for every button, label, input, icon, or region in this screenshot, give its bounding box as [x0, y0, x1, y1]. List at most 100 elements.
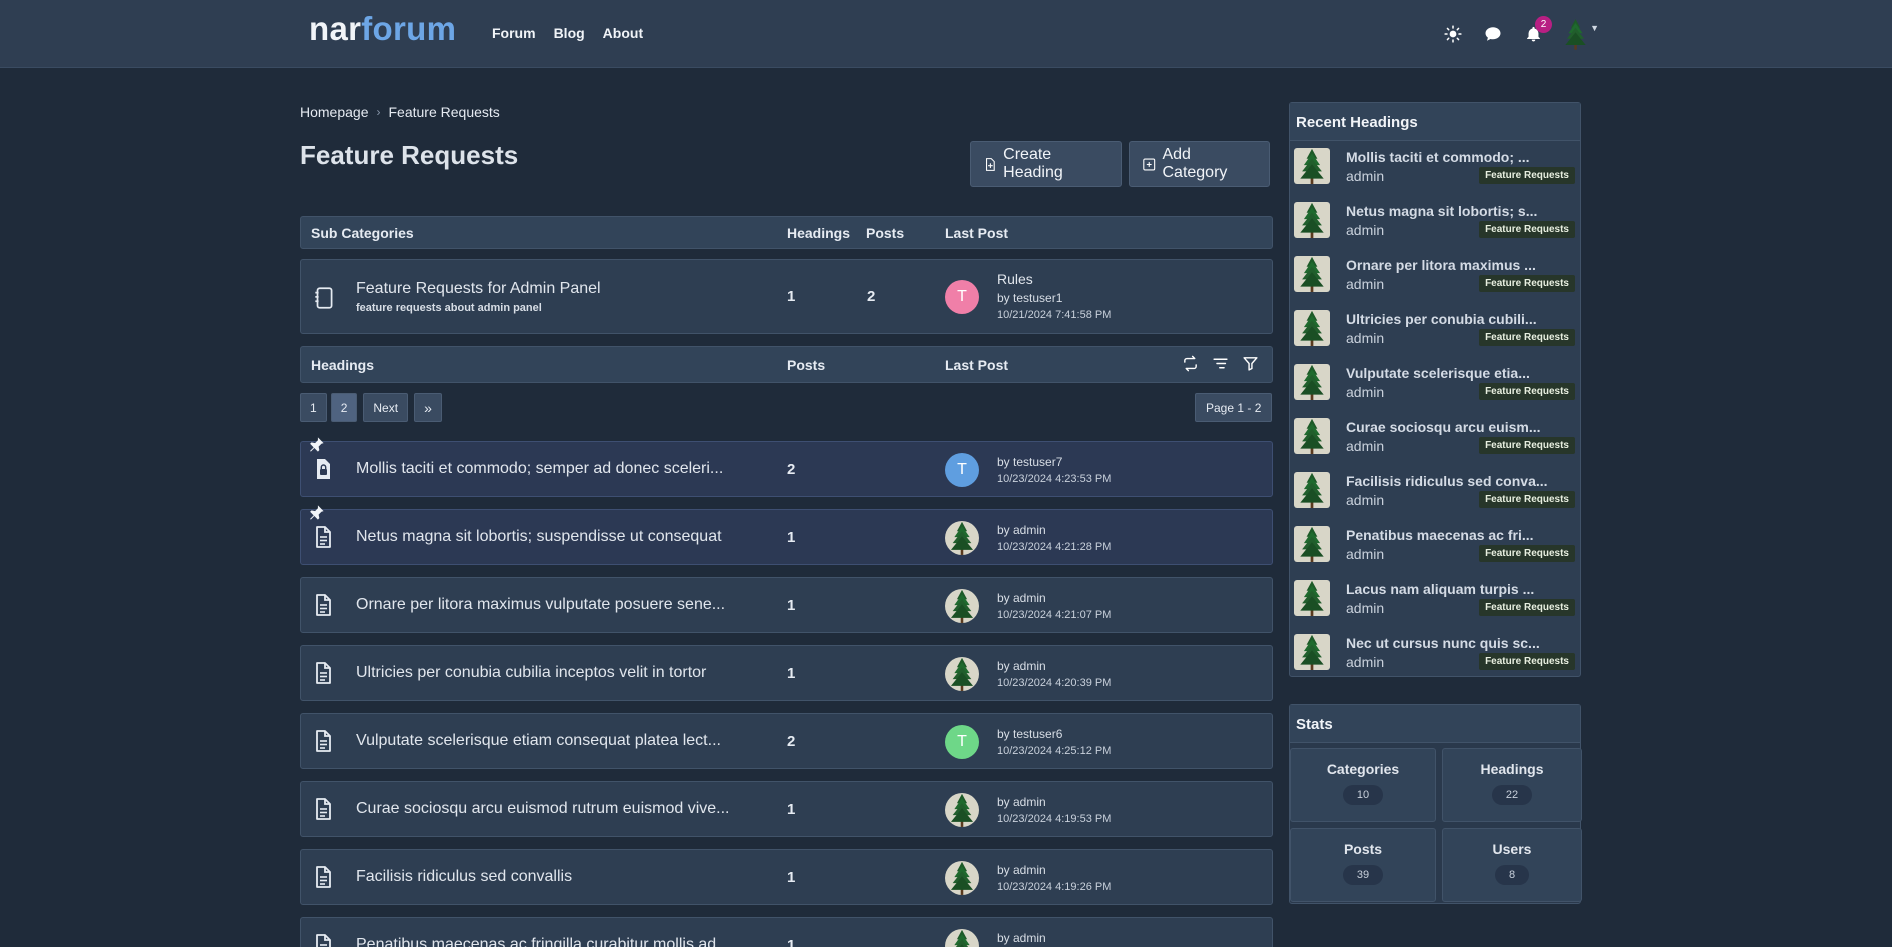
notebook-icon: [315, 287, 333, 309]
table-row[interactable]: Netus magna sit lobortis; suspendisse ut…: [300, 509, 1273, 565]
subcategory-row[interactable]: Feature Requests for Admin Panel feature…: [300, 259, 1273, 334]
sort-icon[interactable]: [1211, 355, 1230, 372]
category-tag[interactable]: Feature Requests: [1479, 383, 1575, 400]
heading-posts-count: 2: [787, 733, 796, 750]
avatar[interactable]: [945, 657, 979, 691]
stat-value: 39: [1342, 865, 1384, 885]
breadcrumb-current: Feature Requests: [388, 104, 500, 120]
recent-heading-item[interactable]: Netus magna sit lobortis; s... admin Fea…: [1290, 195, 1580, 249]
subcategory-title[interactable]: Feature Requests for Admin Panel: [356, 280, 601, 298]
tree-icon: [1297, 310, 1327, 346]
heading-title[interactable]: Mollis taciti et commodo; semper ad done…: [356, 460, 723, 478]
create-heading-button[interactable]: Create Heading: [970, 141, 1122, 187]
recent-heading-title[interactable]: Ornare per litora maximus ...: [1346, 257, 1536, 273]
stat-card: Headings 22: [1442, 748, 1582, 822]
subcategories-header: Sub Categories Headings Posts Last Post: [300, 216, 1273, 249]
col-last-post: Last Post: [945, 225, 1009, 241]
avatar[interactable]: T: [945, 725, 979, 759]
recent-heading-item[interactable]: Vulputate scelerisque etia... admin Feat…: [1290, 357, 1580, 411]
avatar[interactable]: T: [945, 280, 979, 314]
recent-heading-item[interactable]: Ultricies per conubia cubili... admin Fe…: [1290, 303, 1580, 357]
page-2-button[interactable]: 2: [330, 393, 358, 422]
table-row[interactable]: Penatibus maecenas ac fringilla curabitu…: [300, 917, 1273, 947]
heading-title[interactable]: Ornare per litora maximus vulputate posu…: [356, 596, 725, 614]
recent-heading-item[interactable]: Penatibus maecenas ac fri... admin Featu…: [1290, 519, 1580, 573]
subcategory-description: feature requests about admin panel: [356, 302, 542, 314]
recent-heading-title[interactable]: Facilisis ridiculus sed conva...: [1346, 473, 1548, 489]
recent-heading-title[interactable]: Vulputate scelerisque etia...: [1346, 365, 1530, 381]
next-page-button[interactable]: Next: [363, 393, 409, 422]
document-icon: [311, 797, 335, 821]
heading-title[interactable]: Facilisis ridiculus sed convallis: [356, 868, 572, 886]
user-menu[interactable]: ▼: [1563, 16, 1599, 52]
table-row[interactable]: Curae sociosqu arcu euismod rutrum euism…: [300, 781, 1273, 837]
heading-title[interactable]: Netus magna sit lobortis; suspendisse ut…: [356, 528, 722, 546]
tree-icon: [948, 657, 976, 691]
recent-heading-title[interactable]: Netus magna sit lobortis; s...: [1346, 203, 1537, 219]
heading-title[interactable]: Curae sociosqu arcu euismod rutrum euism…: [356, 800, 730, 818]
sun-icon[interactable]: [1443, 24, 1463, 44]
recent-heading-item[interactable]: Ornare per litora maximus ... admin Feat…: [1290, 249, 1580, 303]
recent-heading-title[interactable]: Mollis taciti et commodo; ...: [1346, 149, 1530, 165]
add-category-label: Add Category: [1162, 146, 1228, 181]
category-tag[interactable]: Feature Requests: [1479, 545, 1575, 562]
bell-icon[interactable]: 2: [1523, 16, 1552, 44]
add-category-button[interactable]: Add Category: [1129, 141, 1270, 187]
tree-icon: [1297, 580, 1327, 616]
page-1-button[interactable]: 1: [300, 393, 327, 422]
recent-heading-title[interactable]: Ultricies per conubia cubili...: [1346, 311, 1537, 327]
table-row[interactable]: Ultricies per conubia cubilia inceptos v…: [300, 645, 1273, 701]
avatar[interactable]: [945, 521, 979, 555]
site-logo[interactable]: narforum: [309, 10, 456, 48]
recent-heading-item[interactable]: Facilisis ridiculus sed conva... admin F…: [1290, 465, 1580, 519]
table-row[interactable]: Ornare per litora maximus vulputate posu…: [300, 577, 1273, 633]
last-page-button[interactable]: »: [414, 393, 442, 422]
last-post-author: by testuser7: [997, 455, 1063, 469]
recent-heading-title[interactable]: Curae sociosqu arcu euism...: [1346, 419, 1541, 435]
breadcrumb-home[interactable]: Homepage: [300, 104, 369, 120]
avatar[interactable]: [945, 589, 979, 623]
recent-heading-item[interactable]: Nec ut cursus nunc quis sc... admin Feat…: [1290, 627, 1580, 681]
category-tag[interactable]: Feature Requests: [1479, 167, 1575, 184]
avatar: [1294, 364, 1330, 400]
stat-value: 8: [1494, 865, 1530, 885]
category-tag[interactable]: Feature Requests: [1479, 329, 1575, 346]
recent-heading-title[interactable]: Lacus nam aliquam turpis ...: [1346, 581, 1534, 597]
category-tag[interactable]: Feature Requests: [1479, 275, 1575, 292]
avatar[interactable]: T: [945, 453, 979, 487]
filter-icon[interactable]: [1241, 355, 1260, 372]
recent-heading-item[interactable]: Lacus nam aliquam turpis ... admin Featu…: [1290, 573, 1580, 627]
avatar[interactable]: [945, 861, 979, 895]
last-post-title[interactable]: Rules: [997, 271, 1033, 287]
table-row[interactable]: Facilisis ridiculus sed convallis 1 by adm…: [300, 849, 1273, 905]
recent-heading-item[interactable]: Curae sociosqu arcu euism... admin Featu…: [1290, 411, 1580, 465]
stat-card: Categories 10: [1290, 748, 1436, 822]
recent-heading-title[interactable]: Penatibus maecenas ac fri...: [1346, 527, 1534, 543]
category-tag[interactable]: Feature Requests: [1479, 491, 1575, 508]
category-tag[interactable]: Feature Requests: [1479, 599, 1575, 616]
refresh-icon[interactable]: [1181, 355, 1200, 372]
category-tag[interactable]: Feature Requests: [1479, 653, 1575, 670]
avatar: [1294, 472, 1330, 508]
avatar[interactable]: [945, 793, 979, 827]
category-tag[interactable]: Feature Requests: [1479, 221, 1575, 238]
table-row[interactable]: Vulputate scelerisque etiam consequat pl…: [300, 713, 1273, 769]
heading-title[interactable]: Vulputate scelerisque etiam consequat pl…: [356, 732, 721, 750]
page-info: Page 1 - 2: [1195, 393, 1273, 422]
nav-about-link[interactable]: About: [603, 25, 643, 41]
chat-icon[interactable]: [1483, 24, 1503, 44]
nav-blog-link[interactable]: Blog: [554, 25, 585, 41]
table-row[interactable]: Mollis taciti et commodo; semper ad done…: [300, 441, 1273, 497]
avatar[interactable]: [945, 929, 979, 947]
recent-headings-panel: Recent Headings Mollis taciti et commodo…: [1289, 102, 1581, 677]
nav-forum-link[interactable]: Forum: [492, 25, 536, 41]
document-icon: [311, 865, 335, 889]
recent-heading-title[interactable]: Nec ut cursus nunc quis sc...: [1346, 635, 1540, 651]
heading-title[interactable]: Penatibus maecenas ac fringilla curabitu…: [356, 936, 730, 947]
col-headings: Headings: [311, 357, 375, 373]
stat-value: 22: [1491, 785, 1533, 805]
recent-heading-item[interactable]: Mollis taciti et commodo; ... admin Feat…: [1290, 141, 1580, 195]
heading-title[interactable]: Ultricies per conubia cubilia inceptos v…: [356, 664, 706, 682]
last-post-author: by testuser6: [997, 727, 1063, 741]
category-tag[interactable]: Feature Requests: [1479, 437, 1575, 454]
